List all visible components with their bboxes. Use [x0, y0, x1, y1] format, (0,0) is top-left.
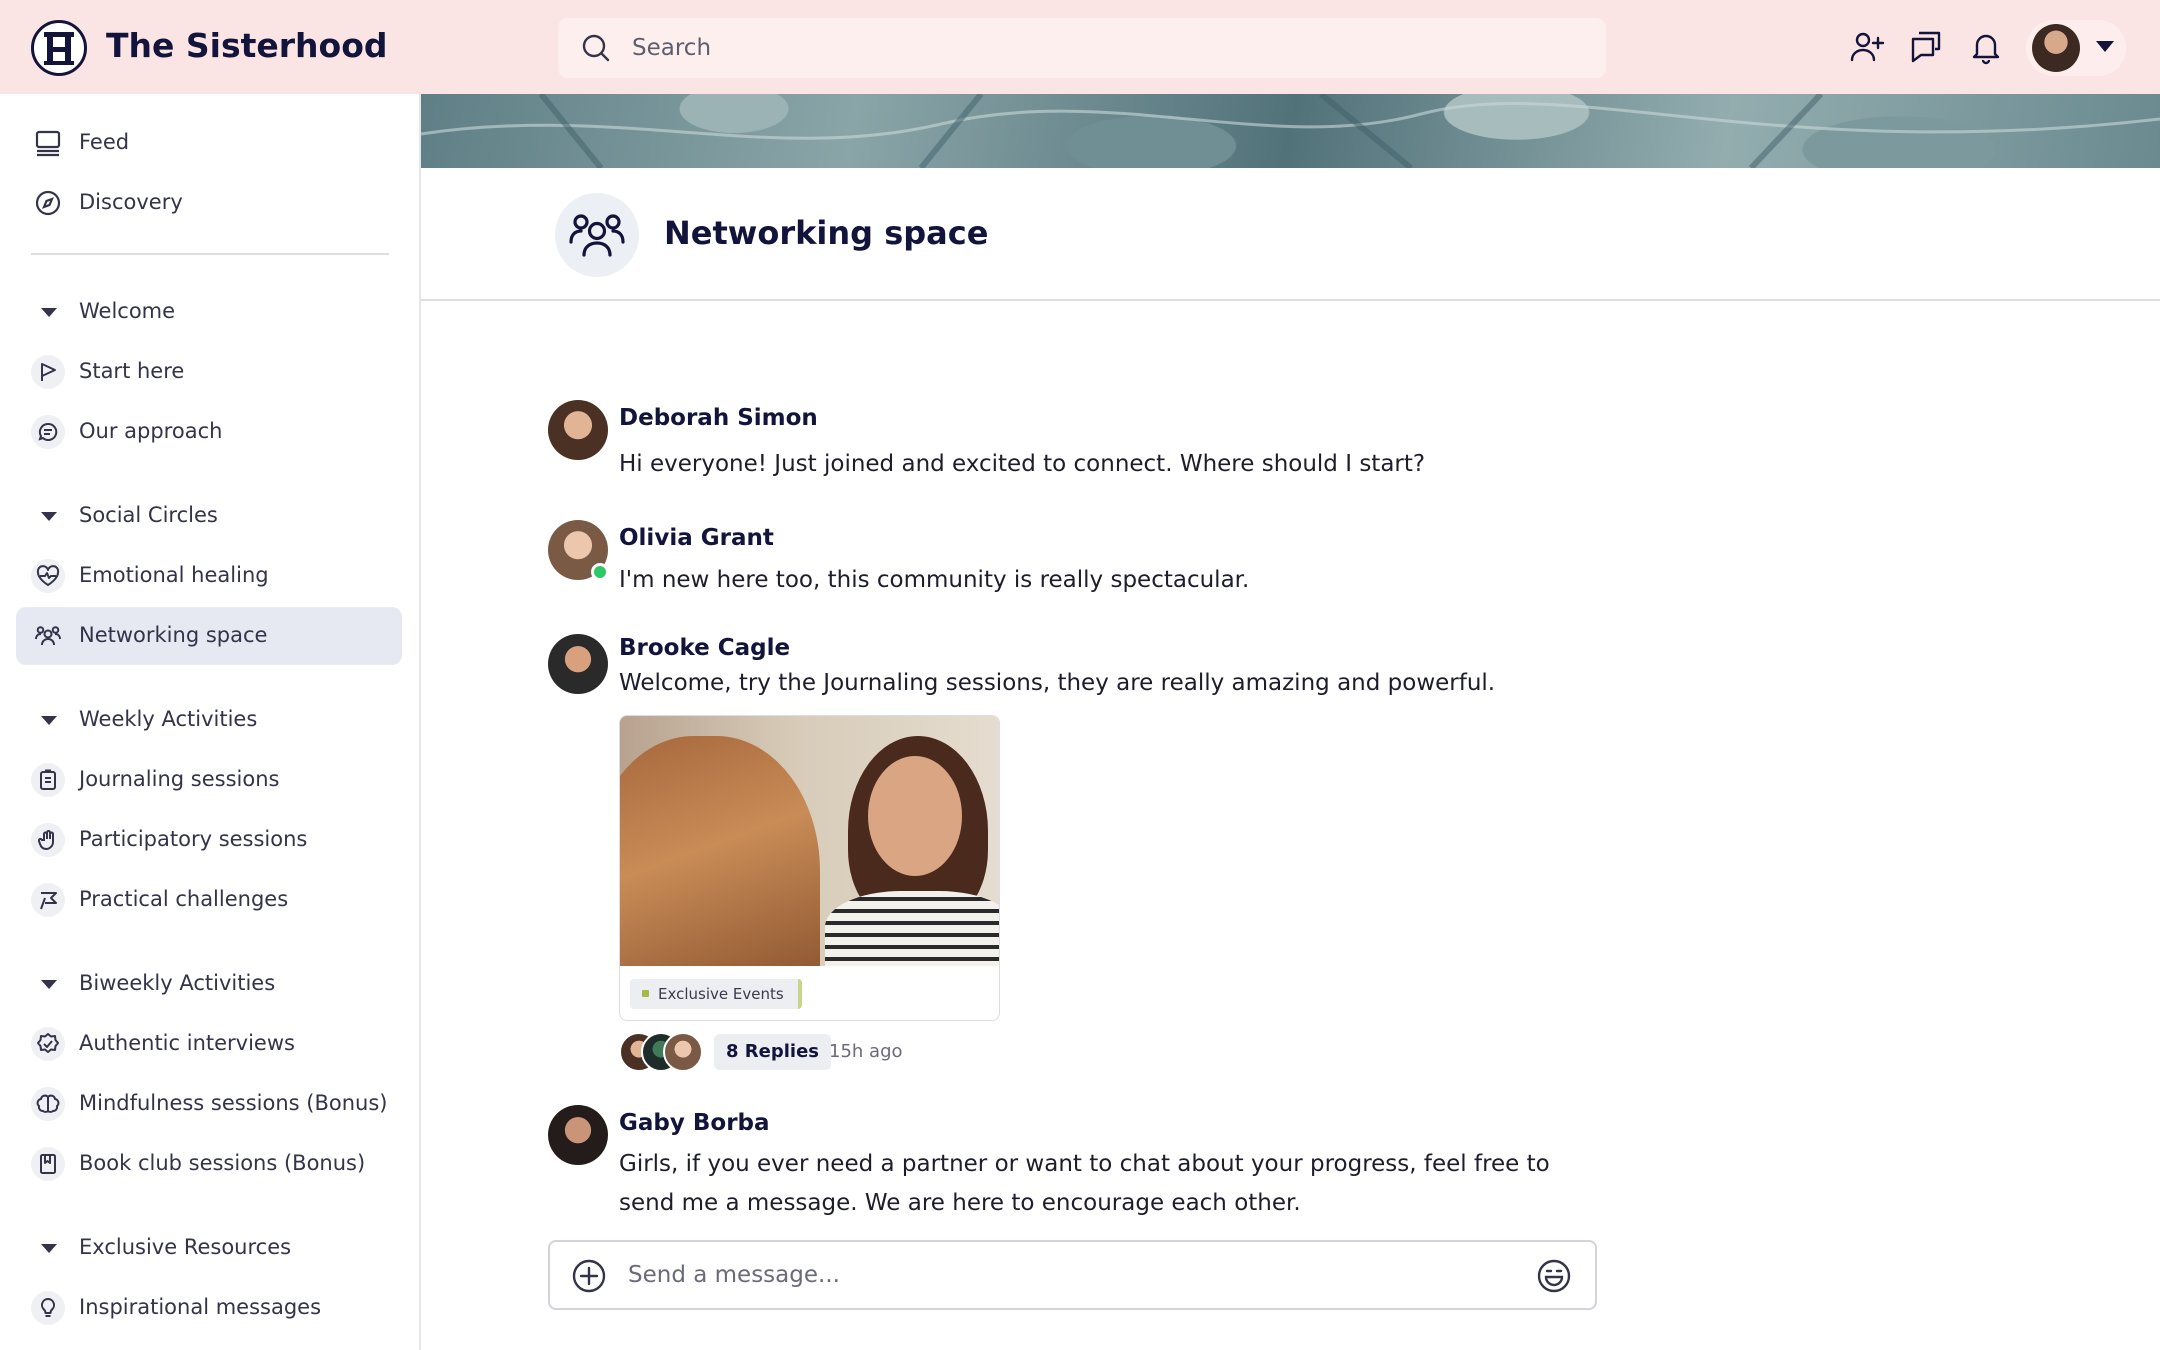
badge-check-icon: [31, 1027, 65, 1061]
avatar: [2032, 24, 2080, 72]
section-title: Welcome: [79, 299, 176, 323]
caret-down-icon: [41, 512, 57, 521]
messages-icon[interactable]: [1907, 27, 1947, 67]
sidebar-item-label: Inspirational messages: [79, 1295, 322, 1319]
search-bar[interactable]: [558, 18, 1606, 78]
section-social-circles[interactable]: Social Circles: [16, 487, 402, 545]
caret-down-icon: [41, 308, 57, 317]
sidebar-item-label: Start here: [79, 359, 185, 383]
sidebar-item-practical-challenges[interactable]: Practical challenges: [16, 871, 402, 929]
post-image[interactable]: [620, 716, 999, 966]
brand-name[interactable]: The Sisterhood: [106, 26, 387, 65]
page-title: Networking space: [664, 214, 989, 252]
sidebar-item-our-approach[interactable]: Our approach: [16, 403, 402, 461]
section-exclusive-resources[interactable]: Exclusive Resources: [16, 1219, 402, 1277]
tag-color-dot: [642, 990, 649, 997]
message-text: Welcome, try the Journaling sessions, th…: [619, 670, 1496, 696]
emoji-icon[interactable]: [1536, 1258, 1572, 1294]
sidebar-item-label: Authentic interviews: [79, 1031, 295, 1055]
caret-down-icon: [41, 716, 57, 725]
category-tag[interactable]: Exclusive Events: [630, 979, 802, 1009]
users-icon: [31, 619, 65, 653]
top-bar: The Sisterhood: [0, 0, 2160, 94]
space-cover-image: [421, 94, 2160, 168]
sidebar-item-label: Book club sessions (Bonus): [79, 1151, 366, 1175]
message-text: Girls, if you ever need a partner or wan…: [619, 1151, 1550, 1216]
replies-button[interactable]: 8 Replies: [714, 1034, 832, 1070]
bell-icon[interactable]: [1966, 27, 2006, 67]
sidebar-item-label: Discovery: [79, 190, 183, 214]
sidebar-item-mindfulness-sessions[interactable]: Mindfulness sessions (Bonus): [16, 1075, 402, 1133]
search-icon: [582, 34, 610, 62]
add-friend-icon[interactable]: [1847, 27, 1887, 67]
account-menu[interactable]: [2026, 20, 2126, 76]
sidebar: Feed Discovery Welcome Start here Our ap…: [0, 94, 421, 1350]
message-input[interactable]: [628, 1242, 1508, 1308]
logo-icon[interactable]: [31, 20, 87, 76]
message-author[interactable]: Olivia Grant: [619, 525, 774, 551]
section-biweekly-activities[interactable]: Biweekly Activities: [16, 955, 402, 1013]
heart-pulse-icon: [31, 559, 65, 593]
sidebar-item-label: Feed: [79, 130, 130, 154]
section-title: Biweekly Activities: [79, 971, 276, 995]
clipboard-icon: [31, 763, 65, 797]
section-title: Weekly Activities: [79, 707, 258, 731]
message-author[interactable]: Gaby Borba: [619, 1110, 770, 1136]
space-header: Networking space: [421, 168, 2160, 301]
monitor-icon: [31, 126, 65, 160]
message-author[interactable]: Deborah Simon: [619, 405, 818, 431]
caret-down-icon: [41, 980, 57, 989]
sidebar-divider: [31, 253, 389, 255]
online-status-indicator: [591, 563, 609, 581]
message-composer: [548, 1240, 1597, 1310]
section-title: Social Circles: [79, 503, 218, 527]
hand-icon: [31, 823, 65, 857]
flag-icon: [31, 355, 65, 389]
sidebar-item-emotional-healing[interactable]: Emotional healing: [16, 547, 402, 605]
section-title: Exclusive Resources: [79, 1235, 292, 1259]
sidebar-item-label: Networking space: [79, 623, 268, 647]
sidebar-item-start-here[interactable]: Start here: [16, 343, 402, 401]
post-attachment-card[interactable]: Exclusive Events: [619, 715, 1000, 1021]
message-author[interactable]: Brooke Cagle: [619, 635, 790, 661]
sidebar-item-authentic-interviews[interactable]: Authentic interviews: [16, 1015, 402, 1073]
sidebar-item-label: Journaling sessions: [79, 767, 280, 791]
sidebar-item-label: Emotional healing: [79, 563, 269, 587]
avatar[interactable]: [548, 1105, 608, 1165]
section-weekly-activities[interactable]: Weekly Activities: [16, 691, 402, 749]
compass-icon: [31, 186, 65, 220]
flag-zigzag-icon: [31, 883, 65, 917]
chat-icon: [31, 415, 65, 449]
sidebar-item-label: Mindfulness sessions (Bonus): [79, 1091, 388, 1115]
brain-icon: [31, 1087, 65, 1121]
tag-label: Exclusive Events: [658, 985, 784, 1003]
sidebar-item-label: Participatory sessions: [79, 827, 308, 851]
sidebar-item-label: Practical challenges: [79, 887, 289, 911]
avatar[interactable]: [548, 400, 608, 460]
timestamp: 15h ago: [829, 1041, 903, 1062]
users-icon: [555, 193, 639, 277]
lightbulb-icon: [31, 1291, 65, 1325]
chevron-down-icon: [2096, 41, 2114, 52]
sidebar-item-participatory-sessions[interactable]: Participatory sessions: [16, 811, 402, 869]
message-text: I'm new here too, this community is real…: [619, 567, 1250, 593]
section-welcome[interactable]: Welcome: [16, 283, 402, 341]
book-icon: [31, 1147, 65, 1181]
message-text: Hi everyone! Just joined and excited to …: [619, 451, 1426, 477]
sidebar-item-discovery[interactable]: Discovery: [16, 174, 402, 232]
sidebar-item-inspirational-messages[interactable]: Inspirational messages: [16, 1279, 402, 1337]
avatar: [663, 1032, 703, 1072]
sidebar-item-feed[interactable]: Feed: [16, 114, 402, 172]
sidebar-item-journaling-sessions[interactable]: Journaling sessions: [16, 751, 402, 809]
search-input[interactable]: [632, 18, 1572, 78]
sidebar-item-networking-space[interactable]: Networking space: [16, 607, 402, 665]
sidebar-item-book-club-sessions[interactable]: Book club sessions (Bonus): [16, 1135, 402, 1193]
caret-down-icon: [41, 1244, 57, 1253]
sidebar-item-label: Our approach: [79, 419, 223, 443]
avatar[interactable]: [548, 634, 608, 694]
cover-leaves: [421, 94, 2160, 168]
reply-avatars[interactable]: [619, 1032, 709, 1072]
add-attachment-icon[interactable]: [571, 1258, 607, 1294]
